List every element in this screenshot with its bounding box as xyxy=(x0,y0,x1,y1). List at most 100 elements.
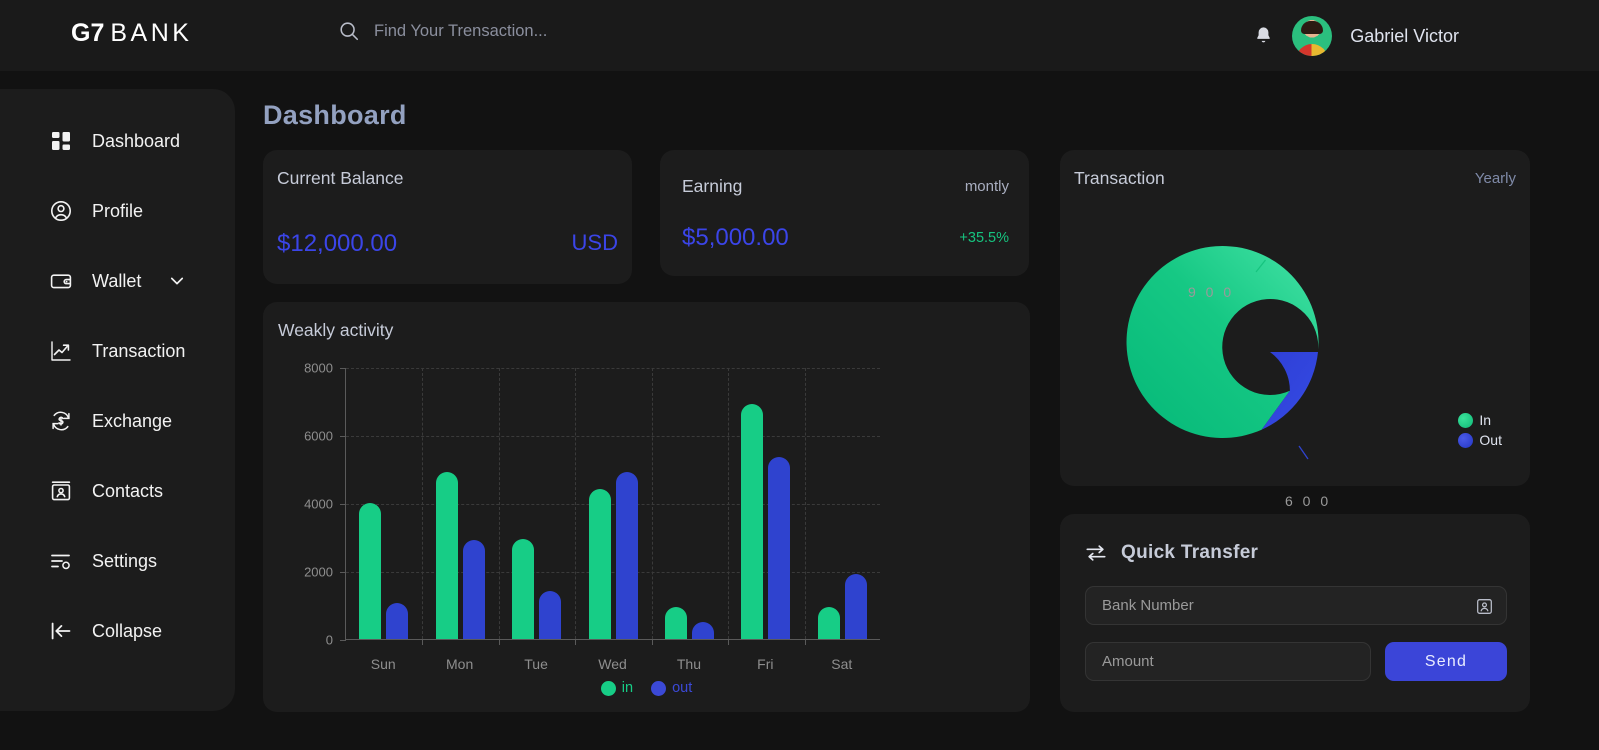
page-title: Dashboard xyxy=(263,100,407,130)
legend-label-in: in xyxy=(621,680,634,696)
sidebar-label: Exchange xyxy=(92,410,173,431)
search-input[interactable] xyxy=(374,21,704,41)
y-axis-label: 2000 xyxy=(304,564,333,580)
legend-dot-out xyxy=(651,680,667,696)
bar-plot-area xyxy=(340,368,880,645)
amount-input[interactable] xyxy=(1086,643,1370,680)
search-icon xyxy=(338,20,360,42)
legend-label-out: out xyxy=(672,680,693,696)
trending-up-icon xyxy=(49,339,73,363)
bar-in xyxy=(817,606,840,639)
y-tick xyxy=(340,640,346,641)
sidebar-item-wallet[interactable]: Wallet xyxy=(0,263,235,299)
x-tick xyxy=(728,639,730,645)
transfer-arrows-icon xyxy=(1085,542,1107,564)
legend-dot-in xyxy=(1458,412,1474,428)
amount-field[interactable] xyxy=(1085,642,1371,681)
grid-line xyxy=(575,368,577,639)
y-tick xyxy=(340,436,346,437)
grid-icon xyxy=(49,129,73,153)
x-axis-label: Sat xyxy=(831,656,853,672)
donut-label-in: 9 0 0 xyxy=(1188,284,1235,300)
earning-amount: $5,000.00 xyxy=(682,224,789,251)
bar-in xyxy=(588,489,611,639)
bar-out xyxy=(691,622,714,639)
y-tick xyxy=(340,368,346,369)
arrow-left-bar-icon xyxy=(49,619,73,643)
contact-card-icon[interactable] xyxy=(1475,597,1494,616)
x-tick xyxy=(498,639,500,645)
current-balance-card: Current Balance $12,000.00 USD xyxy=(263,150,632,284)
grid-line xyxy=(728,368,730,639)
y-axis-label: 8000 xyxy=(304,360,333,376)
brand-mark: G7 xyxy=(71,19,105,47)
contact-card-icon xyxy=(49,479,73,503)
earning-period[interactable]: montly xyxy=(965,178,1009,195)
bar-in xyxy=(741,404,764,639)
grid-line xyxy=(422,368,424,639)
legend-label-out: Out xyxy=(1479,432,1502,448)
x-tick xyxy=(575,639,577,645)
legend-dot-in xyxy=(600,680,616,696)
x-tick xyxy=(422,639,424,645)
grid-line xyxy=(346,436,880,437)
send-button[interactable]: Send xyxy=(1385,642,1507,681)
bar-in xyxy=(664,606,687,639)
user-zone: Gabriel Victor xyxy=(1253,16,1459,56)
earning-title: Earning xyxy=(682,176,743,196)
grid-line xyxy=(346,368,880,369)
sidebar-item-contacts[interactable]: Contacts xyxy=(0,473,235,509)
bell-icon[interactable] xyxy=(1253,24,1274,48)
x-axis-label: Wed xyxy=(598,656,627,672)
currency-exchange-icon xyxy=(49,409,73,433)
x-axis-label: Thu xyxy=(676,656,701,672)
legend-out: out xyxy=(651,680,692,696)
weekly-activity-card: Weakly activity in out 0 2000 4000 6000 8000… xyxy=(263,302,1030,712)
y-axis-label: 4000 xyxy=(304,496,333,512)
sidebar-item-dashboard[interactable]: Dashboard xyxy=(0,123,235,159)
bar-in xyxy=(512,538,535,639)
x-axis-label: Mon xyxy=(446,656,474,672)
brand-word: BANK xyxy=(110,19,193,47)
dashboard-app: G7BANK Gabriel Victor xyxy=(0,0,1599,750)
balance-amount: $12,000.00 xyxy=(277,230,398,257)
bank-number-input[interactable] xyxy=(1086,587,1506,624)
sidebar-label: Profile xyxy=(92,200,144,221)
bar-out xyxy=(768,457,791,639)
sidebar-label: Settings xyxy=(92,550,158,571)
sidebar-item-transaction[interactable]: Transaction xyxy=(0,333,235,369)
sidebar-label: Collapse xyxy=(92,620,163,641)
sidebar-item-profile[interactable]: Profile xyxy=(0,193,235,229)
x-axis-label: Fri xyxy=(757,656,774,672)
balance-title: Current Balance xyxy=(277,168,404,188)
sidebar: Dashboard Profile Wallet Transaction Exc… xyxy=(0,89,235,711)
bar-out xyxy=(615,472,638,639)
bar-out xyxy=(462,540,485,639)
grid-line xyxy=(346,572,880,573)
search-bar[interactable] xyxy=(338,20,704,42)
y-tick xyxy=(340,504,346,505)
legend-out: Out xyxy=(1458,432,1502,448)
y-tick xyxy=(340,572,346,573)
sidebar-label: Dashboard xyxy=(92,130,181,151)
legend-dot-out xyxy=(1458,432,1474,448)
chevron-down-icon[interactable] xyxy=(168,272,186,290)
avatar[interactable] xyxy=(1292,16,1333,56)
x-tick xyxy=(804,639,806,645)
transaction-legend: In Out xyxy=(1458,412,1502,452)
transaction-period[interactable]: Yearly xyxy=(1475,170,1516,187)
bar-in xyxy=(435,472,458,639)
sidebar-item-settings[interactable]: Settings xyxy=(0,543,235,579)
sidebar-label: Wallet xyxy=(92,270,142,291)
sidebar-item-collapse[interactable]: Collapse xyxy=(0,613,235,649)
sidebar-label: Transaction xyxy=(92,340,186,361)
bank-number-field[interactable] xyxy=(1085,586,1507,625)
quick-transfer-title: Quick Transfer xyxy=(1121,542,1259,563)
user-name: Gabriel Victor xyxy=(1350,25,1459,46)
quick-transfer-card: Quick Transfer Send xyxy=(1060,514,1530,712)
brand-logo[interactable]: G7 BANK xyxy=(71,19,192,48)
sidebar-item-exchange[interactable]: Exchange xyxy=(0,403,235,439)
y-axis-label: 6000 xyxy=(304,428,333,444)
grid-line xyxy=(346,504,880,505)
transaction-title: Transaction xyxy=(1074,168,1165,188)
